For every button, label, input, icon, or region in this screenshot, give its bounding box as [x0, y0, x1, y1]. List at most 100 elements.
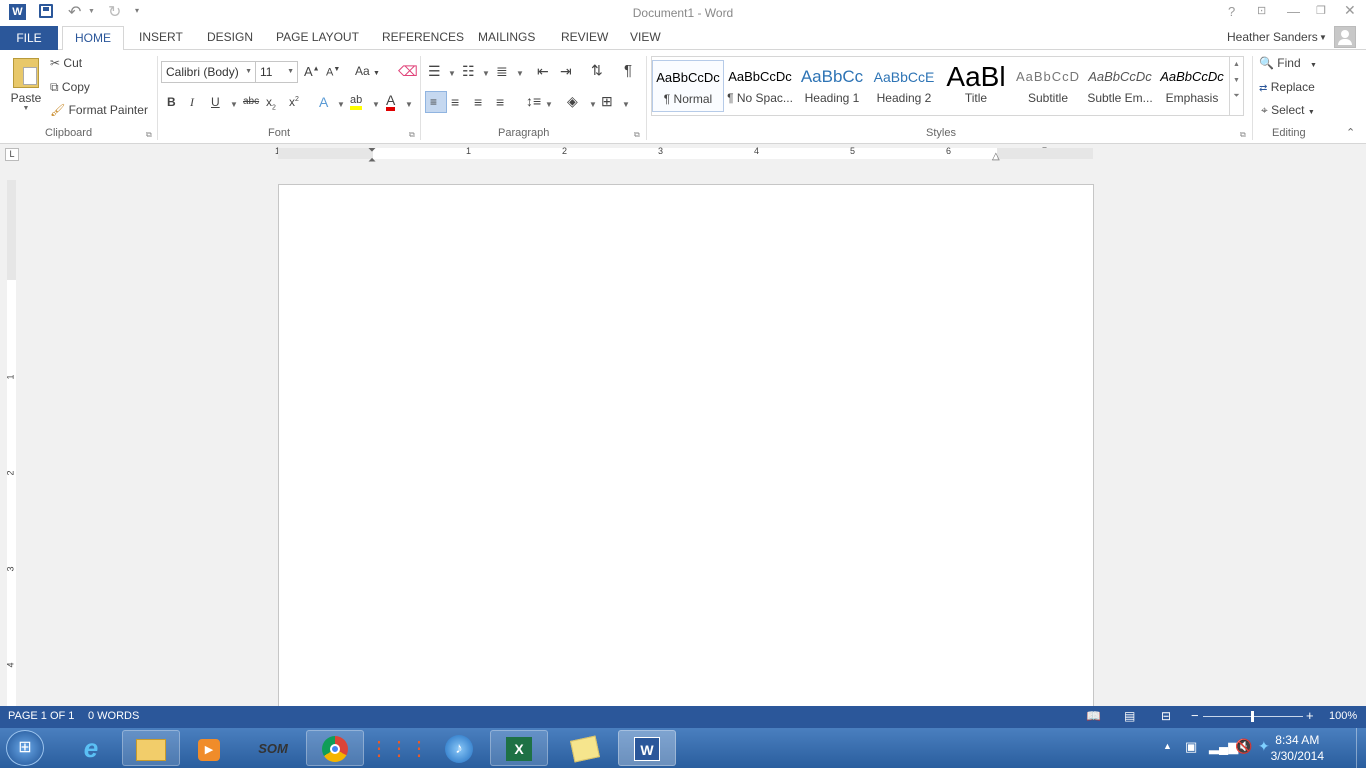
select-button[interactable]: ⌖ Select ▼ [1261, 103, 1315, 118]
bullets-icon[interactable]: ☰ [428, 63, 441, 80]
shading-icon[interactable]: ◈ [567, 93, 578, 110]
ribbon-display-options-icon[interactable]: ⊡ [1257, 4, 1266, 17]
sticky-notes-icon[interactable] [556, 730, 614, 766]
zoom-level[interactable]: 100% [1329, 710, 1357, 722]
media-player-icon[interactable]: ▶ [180, 730, 238, 766]
tab-references[interactable]: REFERENCES [382, 30, 464, 44]
align-left-button[interactable]: ≡ [425, 91, 447, 113]
read-mode-icon[interactable]: 📖 [1086, 709, 1101, 723]
tab-design[interactable]: DESIGN [207, 30, 253, 44]
bullets-dropdown-icon[interactable]: ▼ [448, 69, 456, 78]
strikethrough-button[interactable]: abc [243, 96, 259, 107]
clear-formatting-icon[interactable]: ⌫ [398, 63, 418, 80]
paragraph-launcher-icon[interactable]: ⧉ [634, 130, 640, 140]
volume-muted-icon[interactable]: 🔇 [1235, 738, 1252, 755]
internet-explorer-icon[interactable]: e [62, 730, 120, 766]
cut-button[interactable]: ✂ Cut [50, 56, 82, 70]
show-hidden-icons-icon[interactable]: ▲ [1163, 741, 1172, 751]
word-taskbar-icon[interactable]: W [618, 730, 676, 766]
restore-icon[interactable]: ❐ [1316, 4, 1326, 17]
borders-dropdown-icon[interactable]: ▼ [622, 100, 630, 109]
word-count[interactable]: 0 WORDS [88, 710, 139, 722]
style-heading-2[interactable]: AaBbCcE Heading 2 [868, 60, 940, 112]
som-app-icon[interactable]: SOM [244, 730, 302, 766]
collapse-ribbon-icon[interactable]: ⌃ [1346, 126, 1355, 139]
line-spacing-dropdown-icon[interactable]: ▼ [545, 100, 553, 109]
underline-dropdown-icon[interactable]: ▼ [230, 100, 238, 109]
gallery-more-icon[interactable]: ⏷ [1230, 91, 1243, 101]
subscript-button[interactable]: x2 [266, 95, 276, 111]
user-name[interactable]: Heather Sanders [1227, 30, 1318, 44]
align-right-icon[interactable]: ≡ [474, 94, 482, 110]
font-name-combo[interactable]: Calibri (Body) ▼ [161, 61, 256, 83]
style-subtitle[interactable]: AaBbCcD Subtitle [1012, 60, 1084, 112]
gallery-up-icon[interactable]: ▲ [1230, 61, 1243, 68]
file-explorer-icon[interactable] [122, 730, 180, 766]
change-case-button[interactable]: Aa ▼ [355, 64, 380, 78]
grow-font-button[interactable]: A▲ [304, 64, 320, 79]
style-heading-1[interactable]: AaBbCc Heading 1 [796, 60, 868, 112]
find-button[interactable]: 🔍 Find ▼ [1259, 56, 1317, 70]
minimize-icon[interactable]: — [1287, 4, 1300, 19]
style-no-spacing[interactable]: AaBbCcDc ¶ No Spac... [724, 60, 796, 112]
superscript-button[interactable]: x2 [289, 95, 299, 109]
font-color-dropdown-icon[interactable]: ▼ [405, 100, 413, 109]
multilevel-list-icon[interactable]: ≣ [496, 63, 508, 80]
dropbox-icon[interactable]: ✦ [1258, 738, 1270, 755]
line-spacing-icon[interactable]: ↕≡ [526, 93, 541, 109]
format-painter-button[interactable]: 🖌 Format Painter [50, 103, 148, 117]
justify-icon[interactable]: ≡ [496, 94, 504, 110]
paste-button[interactable]: Paste ▼ [8, 58, 44, 122]
excel-icon[interactable]: X [490, 730, 548, 766]
app-launcher-icon[interactable]: ⋮⋮⋮ [368, 730, 429, 766]
web-layout-icon[interactable]: ⊟ [1161, 709, 1171, 723]
bold-button[interactable]: B [167, 95, 176, 109]
style-subtle-emphasis[interactable]: AaBbCcDc Subtle Em... [1084, 60, 1156, 112]
font-color-button[interactable]: A [386, 93, 396, 111]
help-icon[interactable]: ? [1228, 4, 1235, 19]
styles-launcher-icon[interactable]: ⧉ [1240, 130, 1246, 140]
page-count[interactable]: PAGE 1 OF 1 [8, 710, 74, 722]
font-launcher-icon[interactable]: ⧉ [409, 130, 415, 140]
zoom-in-icon[interactable]: + [1306, 708, 1314, 723]
tab-page-layout[interactable]: PAGE LAYOUT [276, 30, 359, 44]
sort-icon[interactable]: ⇅ [591, 62, 603, 79]
avatar[interactable] [1334, 26, 1356, 48]
zoom-slider-thumb[interactable] [1251, 711, 1254, 722]
close-icon[interactable]: ✕ [1344, 2, 1356, 19]
style-emphasis[interactable]: AaBbCcDc Emphasis [1156, 60, 1228, 112]
numbering-icon[interactable]: ☷ [462, 63, 475, 80]
itunes-icon[interactable]: ♪ [430, 730, 488, 766]
highlight-dropdown-icon[interactable]: ▼ [372, 100, 380, 109]
text-effects-dropdown-icon[interactable]: ▼ [337, 100, 345, 109]
font-size-combo[interactable]: 11 ▼ [255, 61, 298, 83]
borders-icon[interactable]: ⊞ [601, 93, 613, 110]
tab-mailings[interactable]: MAILINGS [478, 30, 535, 44]
tab-home[interactable]: HOME [62, 26, 124, 51]
document-page[interactable] [278, 184, 1094, 714]
italic-button[interactable]: I [190, 95, 194, 110]
network-signal-icon[interactable]: ▂▄▆ [1209, 739, 1238, 755]
tab-file[interactable]: FILE [0, 26, 58, 50]
tab-view[interactable]: VIEW [630, 30, 661, 44]
right-indent-marker[interactable]: △ [992, 151, 1000, 162]
start-button[interactable]: ⊞ [6, 730, 44, 766]
shading-dropdown-icon[interactable]: ▼ [589, 100, 597, 109]
style-normal[interactable]: AaBbCcDc ¶ Normal [652, 60, 724, 112]
replace-button[interactable]: ⇄ Replace [1259, 80, 1315, 94]
print-layout-icon[interactable]: ▤ [1124, 709, 1135, 723]
tab-insert[interactable]: INSERT [139, 30, 183, 44]
device-icon[interactable]: ▣ [1185, 739, 1197, 755]
horizontal-ruler[interactable]: 1 1 2 3 4 5 6 7 [275, 146, 1093, 159]
multilevel-list-dropdown-icon[interactable]: ▼ [516, 69, 524, 78]
user-dropdown-icon[interactable]: ▼ [1319, 33, 1327, 42]
show-formatting-marks-button[interactable]: ¶ [624, 62, 632, 79]
taskbar-clock[interactable]: 8:34 AM 3/30/2014 [1271, 732, 1324, 764]
chrome-icon[interactable] [306, 730, 364, 766]
decrease-indent-icon[interactable]: ⇤ [537, 63, 549, 80]
show-desktop-button[interactable] [1356, 728, 1366, 768]
increase-indent-icon[interactable]: ⇥ [560, 63, 572, 80]
tab-selector[interactable]: L [5, 148, 19, 161]
align-center-icon[interactable]: ≡ [451, 94, 459, 110]
tab-review[interactable]: REVIEW [561, 30, 608, 44]
